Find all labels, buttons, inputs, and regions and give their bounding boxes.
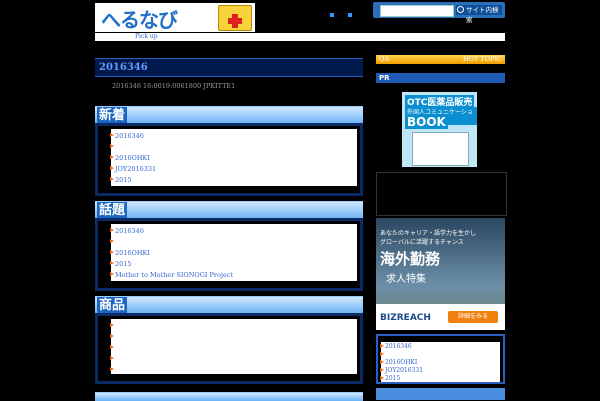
illustration (412, 132, 469, 166)
bottom-banner[interactable] (376, 388, 505, 400)
sidebar-list-item[interactable]: JOY2016331 (380, 367, 423, 374)
list-item[interactable]: 2016346 (110, 227, 144, 235)
sidebar-list-item[interactable]: 2016346 (380, 343, 412, 350)
section-list (110, 319, 357, 374)
pr-bar: PR (376, 73, 505, 83)
qa-label: QA (379, 55, 390, 63)
book-ad-banner[interactable]: OTC医薬品販売 外国人コミュニケーション BOOK (402, 92, 477, 167)
list-item[interactable]: 2016OHKI (110, 154, 150, 162)
section-header-products: 商品 (95, 296, 363, 314)
page-title: 2016346 (99, 62, 148, 73)
section-header-new: 新着 (95, 106, 363, 124)
section-title: 商品 (97, 297, 128, 314)
share-icon[interactable] (348, 13, 352, 17)
bizreach-logo: BIZREACH (380, 313, 431, 323)
title-box: 2016346 (95, 58, 363, 77)
qa-bar[interactable]: QA HOT TOPIC (376, 55, 505, 64)
sidebar-list-item[interactable]: 2016OHKI (380, 359, 417, 366)
ad-headline: 海外勤務 (380, 250, 441, 268)
search-input[interactable] (380, 5, 454, 17)
section-body: 2016346 2016OHKI JOY2016331 2015 (95, 123, 363, 196)
logo-text: へるなび (101, 8, 178, 32)
section-header-topic: 話題 (95, 201, 363, 219)
ad-footer: BIZREACH 詳細をみる (376, 304, 505, 330)
ad-detail-button[interactable]: 詳細をみる (448, 311, 498, 323)
pr-label: PR (379, 74, 390, 82)
section-title: 話題 (97, 202, 128, 219)
first-aid-kit-icon (218, 5, 252, 31)
section-title: 新着 (97, 107, 128, 124)
search-icon (457, 6, 464, 13)
list-item[interactable]: 2016OHKI (110, 249, 150, 257)
list-item[interactable]: JOY2016331 (110, 165, 156, 173)
section-body (95, 313, 363, 384)
bizreach-ad-banner[interactable]: あなたのキャリア・語学力を生かし グローバルに活躍するチャンス 海外勤務 求人特… (376, 218, 505, 330)
article-meta: 2016346 16:0019:0061800 JPKITTE1 (112, 82, 236, 90)
sidebar-list: 2016346 2016OHKI JOY2016331 2015 (376, 334, 505, 384)
sidebar-list-item[interactable]: 2015 (380, 375, 400, 382)
ad-subheadline: 求人特集 (386, 274, 426, 285)
empty-widget (376, 172, 507, 216)
share-icon[interactable] (330, 13, 334, 17)
pickup-link[interactable]: Pick up (135, 33, 158, 41)
list-item[interactable]: 2016346 (110, 132, 144, 140)
ad-text: グローバルに活躍するチャンス (380, 239, 464, 246)
hot-topic-label: HOT TOPIC (463, 55, 502, 63)
list-item[interactable]: 2015 (110, 260, 132, 268)
list-item[interactable]: 2015 (110, 176, 132, 184)
section-body: 2016346 2016OHKI 2015 Mother to Mother S… (95, 218, 363, 291)
section-list: 2016346 2016OHKI JOY2016331 2015 (110, 129, 357, 186)
section-list: 2016346 2016OHKI 2015 Mother to Mother S… (110, 224, 357, 281)
list-item[interactable]: Mother to Mother SIONOGI Project (110, 271, 233, 279)
sidebar-list-inner: 2016346 2016OHKI JOY2016331 2015 (380, 342, 500, 382)
ad-text: BOOK (405, 115, 448, 129)
ad-text: あなたのキャリア・語学力を生かし (380, 230, 477, 237)
site-logo[interactable]: へるなび (95, 3, 255, 32)
